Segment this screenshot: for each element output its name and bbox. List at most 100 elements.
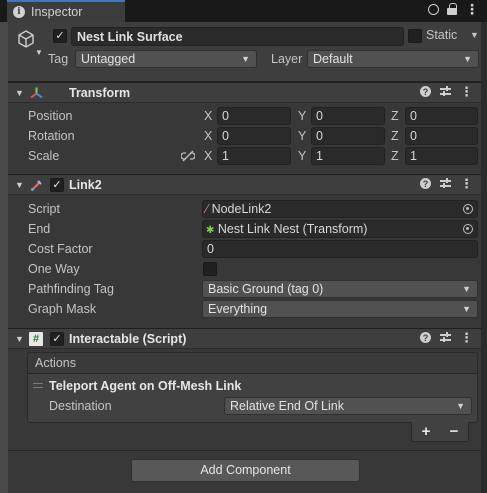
component-header-controls: ? ⋮ — [420, 177, 473, 190]
actions-label: Actions — [35, 356, 76, 370]
help-icon[interactable]: ? — [420, 86, 431, 97]
interactable-enabled-checkbox[interactable]: ✓ — [50, 332, 64, 346]
foldout-arrow-icon[interactable]: ▼ — [15, 88, 24, 98]
more-options-icon[interactable]: ⋮ — [465, 2, 479, 16]
interactable-title: Interactable (Script) — [69, 332, 187, 346]
static-checkbox[interactable] — [408, 29, 422, 43]
help-icon[interactable]: ? — [420, 178, 431, 189]
icon-dropdown-arrow-icon[interactable]: ▼ — [35, 48, 43, 57]
rotation-label: Rotation — [28, 129, 75, 143]
scale-label: Scale — [28, 149, 60, 163]
axis-z-label: Z — [391, 129, 399, 143]
component-header-controls: ? ⋮ — [420, 331, 473, 344]
presets-icon[interactable] — [440, 332, 451, 343]
static-label: Static — [426, 28, 458, 42]
pathfinding-tag-label: Pathfinding Tag — [28, 282, 114, 296]
script-field[interactable]: ⁄ NodeLink2 — [202, 200, 478, 218]
script-file-icon: ⁄ — [206, 202, 209, 216]
transform-small-icon: ✱ — [206, 225, 215, 236]
tab-bar: i Inspector ⋮ — [0, 0, 487, 22]
pathfinding-tag-value: Basic Ground (tag 0) — [208, 282, 324, 296]
axis-x-label: X — [204, 149, 213, 163]
interactable-header[interactable]: ▼ # ✓ Interactable (Script) ? ⋮ — [8, 328, 481, 349]
end-label: End — [28, 222, 51, 236]
script-icon — [31, 180, 42, 191]
position-y-field[interactable]: 0 — [311, 107, 385, 125]
transform-title: Transform — [69, 86, 131, 100]
script-label: Script — [28, 202, 60, 216]
link2-title: Link2 — [69, 178, 102, 192]
scale-y-field[interactable]: 1 — [311, 147, 385, 165]
component-menu-icon[interactable]: ⋮ — [460, 85, 473, 98]
transform-header[interactable]: ▼ Transform ? ⋮ — [8, 82, 481, 103]
position-label: Position — [28, 109, 73, 123]
position-z-field[interactable]: 0 — [405, 107, 478, 125]
static-dropdown-arrow-icon[interactable]: ▼ — [470, 30, 479, 40]
link2-enabled-checkbox[interactable]: ✓ — [50, 178, 64, 192]
layer-value: Default — [313, 52, 353, 66]
object-name-field[interactable]: Nest Link Surface — [71, 27, 404, 46]
csharp-script-icon: # — [29, 332, 43, 346]
axis-y-label: Y — [298, 109, 307, 123]
left-edge — [0, 22, 8, 493]
tag-value: Untagged — [81, 52, 136, 66]
scale-z-field[interactable]: 1 — [405, 147, 478, 165]
destination-dropdown[interactable]: Relative End Of Link ▼ — [224, 397, 472, 415]
lock-icon[interactable] — [447, 3, 457, 15]
end-value: Nest Link Nest (Transform) — [217, 222, 368, 236]
tab-inspector[interactable]: i Inspector — [7, 0, 125, 22]
scrollbar-track[interactable] — [481, 22, 487, 493]
component-menu-icon[interactable]: ⋮ — [460, 177, 473, 190]
action-item-title: Teleport Agent on Off-Mesh Link — [49, 379, 242, 393]
gameobject-cube-icon[interactable] — [16, 29, 36, 49]
axis-x-label: X — [204, 129, 213, 143]
debug-toggle-icon[interactable] — [428, 3, 439, 15]
transform-icon — [30, 87, 43, 99]
layer-dropdown[interactable]: Default ▼ — [307, 50, 479, 68]
remove-item-button[interactable]: − — [450, 423, 459, 440]
graph-mask-dropdown[interactable]: Everything ▼ — [202, 300, 478, 318]
add-item-button[interactable]: + — [422, 423, 431, 440]
tab-controls: ⋮ — [428, 2, 479, 16]
object-picker-icon[interactable] — [463, 204, 473, 214]
pathfinding-tag-dropdown[interactable]: Basic Ground (tag 0) ▼ — [202, 280, 478, 298]
axis-y-label: Y — [298, 129, 307, 143]
inspector-window: i Inspector ⋮ ▼ ✓ Nest Link Surface Stat… — [0, 0, 487, 493]
axis-x-label: X — [204, 109, 213, 123]
destination-value: Relative End Of Link — [230, 399, 344, 413]
one-way-checkbox[interactable] — [203, 262, 217, 276]
rotation-x-field[interactable]: 0 — [217, 127, 291, 145]
axis-z-label: Z — [391, 109, 399, 123]
drag-handle-icon[interactable] — [33, 383, 43, 388]
tab-title: Inspector — [31, 5, 83, 19]
component-menu-icon[interactable]: ⋮ — [460, 331, 473, 344]
help-icon[interactable]: ? — [420, 332, 431, 343]
one-way-label: One Way — [28, 262, 80, 276]
presets-icon[interactable] — [440, 86, 451, 97]
object-header: ▼ ✓ Nest Link Surface Static ▼ Tag Untag… — [8, 22, 481, 82]
tag-label: Tag — [48, 52, 69, 66]
list-add-remove-controls: + − — [411, 422, 469, 442]
rotation-z-field[interactable]: 0 — [405, 127, 478, 145]
script-value: NodeLink2 — [211, 202, 272, 216]
constrain-proportions-icon[interactable] — [181, 150, 195, 162]
rotation-y-field[interactable]: 0 — [311, 127, 385, 145]
graph-mask-label: Graph Mask — [28, 302, 97, 316]
chevron-down-icon: ▼ — [456, 401, 465, 411]
link2-header[interactable]: ▼ ✓ Link2 ? ⋮ — [8, 174, 481, 195]
chevron-down-icon: ▼ — [462, 284, 471, 294]
add-component-button[interactable]: Add Component — [131, 459, 360, 482]
object-picker-icon[interactable] — [463, 224, 473, 234]
component-header-controls: ? ⋮ — [420, 85, 473, 98]
chevron-down-icon: ▼ — [462, 304, 471, 314]
tag-dropdown[interactable]: Untagged ▼ — [75, 50, 257, 68]
end-field[interactable]: ✱ Nest Link Nest (Transform) — [202, 220, 478, 238]
cost-factor-field[interactable]: 0 — [202, 240, 478, 258]
position-x-field[interactable]: 0 — [217, 107, 291, 125]
foldout-arrow-icon[interactable]: ▼ — [15, 334, 24, 344]
object-active-checkbox[interactable]: ✓ — [53, 29, 67, 43]
scale-x-field[interactable]: 1 — [217, 147, 291, 165]
presets-icon[interactable] — [440, 178, 451, 189]
foldout-arrow-icon[interactable]: ▼ — [15, 180, 24, 190]
graph-mask-value: Everything — [208, 302, 268, 316]
